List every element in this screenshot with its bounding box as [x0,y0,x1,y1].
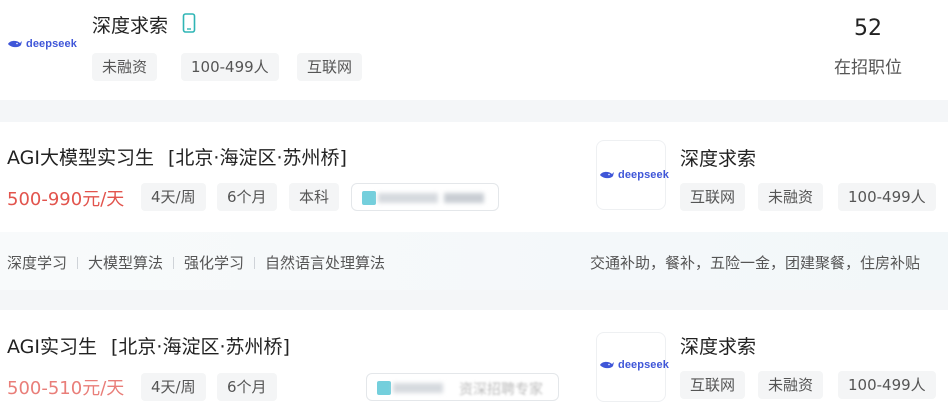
job-location: [北京·海淀区·苏州桥] [168,147,347,169]
skill-tag: 深度学习 [7,254,68,272]
job-title-row[interactable]: AGI实习生 [北京·海淀区·苏州桥] [7,332,290,359]
divider [173,256,175,269]
job-tag-duration: 6个月 [217,373,277,401]
job-tag-degree: 本科 [289,183,340,211]
company-logo[interactable]: deepseek [7,38,77,50]
job-location: [北京·海淀区·苏州桥] [111,336,290,358]
job-title-row[interactable]: AGI大模型实习生 [北京·海淀区·苏州桥] [7,143,347,170]
company-name[interactable]: 深度求索 [680,332,756,359]
company-tag-industry: 互联网 [680,371,746,399]
company-logo-box[interactable]: deepseek [596,332,669,402]
whale-icon [600,171,614,179]
logo-text: deepseek [618,359,669,371]
job-card-footer: 深度学习 大模型算法 强化学习 自然语言处理算法 交通补助，餐补，五险一金，团建… [0,232,948,290]
company-tag-size: 100-499人 [181,53,279,81]
skill-tag: 大模型算法 [88,254,164,272]
open-positions-count[interactable]: 52 [820,16,916,41]
company-tag-funding: 未融资 [758,371,824,399]
company-name[interactable]: 深度求索 [680,144,756,171]
job-card[interactable]: AGI实习生 [北京·海淀区·苏州桥] 500-510元/天 4天/周 6个月 资… [0,310,948,407]
company-tag-industry: 互联网 [680,183,746,211]
skill-tag: 强化学习 [184,254,245,272]
job-card[interactable]: AGI大模型实习生 [北京·海淀区·苏州桥] 500-990元/天 4天/周 6个… [0,122,948,290]
company-tag-size: 100-499人 [838,183,936,211]
company-tag-funding: 未融资 [758,183,824,211]
job-tag-schedule: 4天/周 [141,183,206,211]
company-tag-funding: 未融资 [92,53,158,81]
open-positions-label[interactable]: 在招职位 [820,53,916,78]
company-logo: deepseek [599,359,669,371]
skill-tags: 深度学习 大模型算法 强化学习 自然语言处理算法 [7,252,385,273]
company-tag-size: 100-499人 [838,371,936,399]
company-logo: deepseek [599,169,669,181]
skill-tag: 自然语言处理算法 [265,254,386,272]
job-title[interactable]: AGI实习生 [7,336,97,358]
whale-icon [8,40,22,48]
recruiter-tag-blurred [351,183,499,211]
mobile-phone-icon[interactable] [182,13,196,33]
job-tag-schedule: 4天/周 [141,373,206,401]
logo-text: deepseek [26,38,77,50]
job-salary: 500-510元/天 [7,378,125,399]
recruiter-tag-text: 资深招聘专家 [459,382,543,398]
company-tag-industry: 互联网 [297,53,363,81]
logo-text: deepseek [618,169,669,181]
divider [77,256,79,269]
divider [254,256,256,269]
company-logo-box[interactable]: deepseek [596,140,669,210]
whale-icon [600,361,614,369]
job-title[interactable]: AGI大模型实习生 [7,147,154,169]
company-header-card[interactable]: deepseek 深度求索 未融资 100-499人 互联网 52 在招职位 [0,0,948,100]
company-name[interactable]: 深度求索 [92,11,168,38]
job-benefits: 交通补助，餐补，五险一金，团建聚餐，住房补贴 [590,254,921,272]
job-salary: 500-990元/天 [7,189,125,210]
recruiter-tag-blurred: 资深招聘专家 [366,373,559,401]
job-listing-page: deepseek 深度求索 未融资 100-499人 互联网 52 在招职位 A… [0,0,948,407]
job-tag-duration: 6个月 [217,183,277,211]
